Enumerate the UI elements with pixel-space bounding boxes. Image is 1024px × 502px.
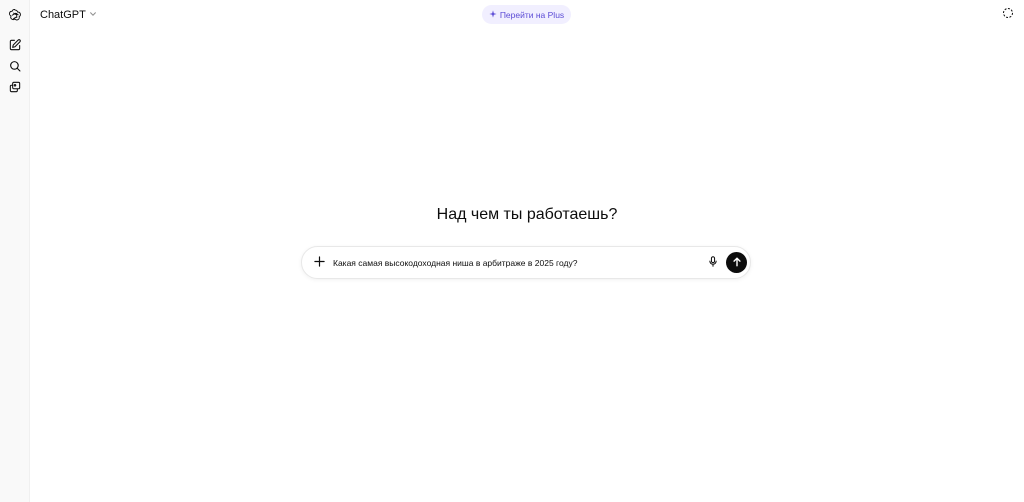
- voice-input-button[interactable]: [705, 255, 721, 271]
- temporary-chat-button[interactable]: [999, 6, 1017, 24]
- search-icon[interactable]: [5, 56, 25, 76]
- upgrade-button[interactable]: Перейти на Plus: [482, 5, 571, 24]
- page-headline: Над чем ты работаешь?: [436, 206, 618, 223]
- prompt-composer: [301, 246, 751, 279]
- new-chat-icon[interactable]: [5, 35, 25, 55]
- app-window: ChatGPT Перейти на Plus Над чем ты работ…: [0, 0, 1024, 502]
- send-button[interactable]: [726, 252, 747, 273]
- arrow-up-icon: [732, 254, 742, 272]
- microphone-icon: [708, 254, 718, 272]
- attach-button[interactable]: [311, 255, 327, 271]
- chevron-down-icon: [89, 9, 97, 21]
- sparkle-icon: [489, 9, 497, 20]
- library-icon[interactable]: [5, 77, 25, 97]
- model-name: ChatGPT: [40, 9, 86, 21]
- plus-icon: [313, 254, 325, 272]
- upgrade-label: Перейти на Plus: [499, 9, 565, 20]
- openai-logo-icon[interactable]: [5, 5, 25, 25]
- model-selector[interactable]: ChatGPT: [36, 6, 101, 24]
- dashed-circle-icon: [1002, 6, 1014, 24]
- prompt-input[interactable]: [333, 256, 713, 270]
- sidebar-rail: [0, 0, 30, 502]
